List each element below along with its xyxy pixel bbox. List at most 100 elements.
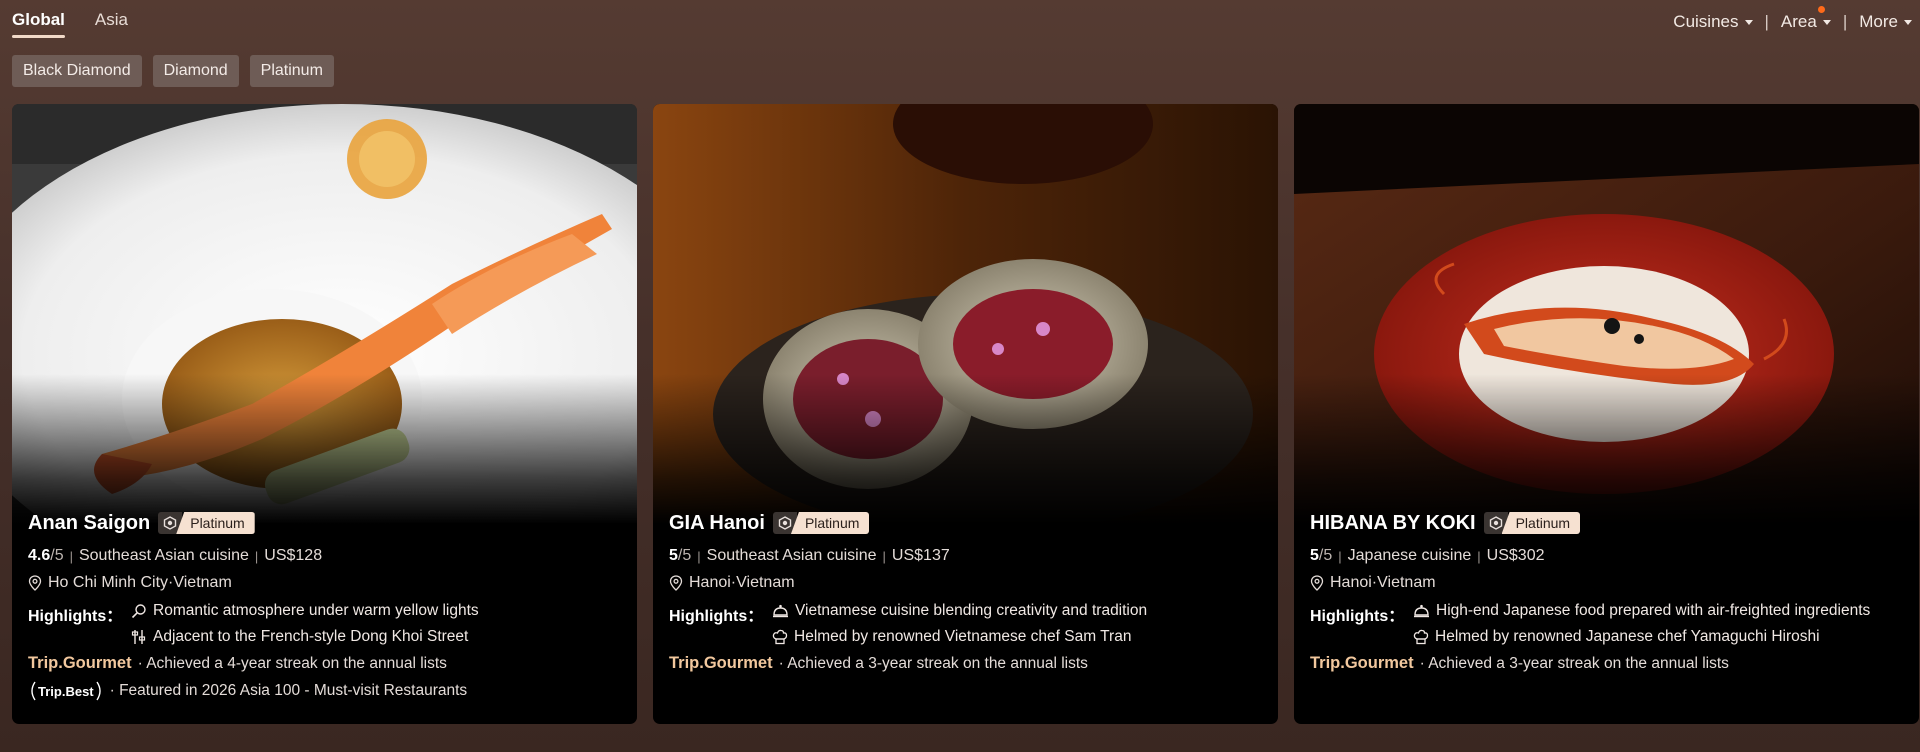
highlights-label: Highlights： <box>28 608 123 625</box>
rating-score: 5 <box>1310 547 1319 564</box>
gourmet-text: · Achieved a 3-year streak on the annual… <box>1419 654 1729 672</box>
divider: | <box>882 548 886 564</box>
trip-best-logo: Trip.Best <box>38 683 94 699</box>
restaurant-name: GIA Hanoi <box>669 511 765 534</box>
divider: | <box>254 548 259 564</box>
location-text: Hanoi·Vietnam <box>1330 574 1436 591</box>
tier-badge: Platinum <box>158 512 255 534</box>
rating-row: 5 /5 | Southeast Asian cuisine | US$137 <box>669 547 1262 565</box>
divider: | <box>1477 548 1481 564</box>
cuisine-type: Southeast Asian cuisine <box>706 547 877 564</box>
divider: | <box>1338 548 1342 564</box>
area-dropdown[interactable]: Area <box>1780 6 1831 32</box>
gourmet-row: Trip.Gourmet · Achieved a 4-year streak … <box>28 654 621 673</box>
restaurant-card[interactable]: Anan Saigon Platinum 4.6 /5 | Southeast … <box>12 104 637 724</box>
chevron-down-icon <box>1822 19 1831 25</box>
price: US$137 <box>891 547 950 564</box>
cuisines-label: Cuisines <box>1673 12 1739 31</box>
trip-best-badge: Trip.Best <box>28 681 104 701</box>
rating-scale: /5 <box>677 547 692 564</box>
area-label: Area <box>1780 12 1817 31</box>
highlight-text: Adjacent to the French-style Dong Khoi S… <box>153 628 469 645</box>
divider: | <box>69 548 73 564</box>
chevron-down-icon <box>1904 19 1912 25</box>
rating-score: 4.6 <box>28 547 51 564</box>
chip-platinum[interactable]: Platinum <box>249 55 334 87</box>
highlights: Highlights： Romantic atmosphere under wa… <box>28 602 621 646</box>
card-info: Anan Saigon Platinum 4.6 /5 | Southeast … <box>28 508 621 701</box>
top-nav: Global Asia Cuisines | Area | More <box>0 0 1920 44</box>
highlights-label: Highlights： <box>669 608 764 625</box>
chevron-down-icon <box>1744 19 1753 25</box>
highlight-text: High-end Japanese food prepared with air… <box>1436 602 1871 619</box>
location-text: Ho Chi Minh City·Vietnam <box>48 574 232 591</box>
divider: | <box>697 548 701 564</box>
dish-photo <box>12 104 637 524</box>
cuisine-type: Japanese cuisine <box>1347 547 1472 564</box>
chip-black-diamond[interactable]: Black Diamond <box>12 55 142 87</box>
tab-asia[interactable]: Asia <box>95 10 128 38</box>
location-text: Hanoi·Vietnam <box>689 574 795 591</box>
location-row: Hanoi·Vietnam <box>669 574 1262 592</box>
highlights: Highlights： High-end Japanese food prepa… <box>1310 602 1903 646</box>
highlight-text: Vietnamese cuisine blending creativity a… <box>795 602 1148 619</box>
rating-row: 4.6 /5 | Southeast Asian cuisine | US$12… <box>28 547 621 565</box>
card-info: GIA Hanoi Platinum 5 /5 | Southeast Asia… <box>669 508 1262 673</box>
tier-label: Platinum <box>1501 512 1581 534</box>
chip-diamond[interactable]: Diamond <box>152 55 239 87</box>
more-label: More <box>1859 12 1898 31</box>
location-row: Hanoi·Vietnam <box>1310 574 1903 592</box>
highlight-item: Helmed by renowned Japanese chef Yamaguc… <box>1413 628 1870 646</box>
location-pin-icon <box>669 575 683 591</box>
trip-best-row: Trip.Best · Featured in 2026 Asia 100 - … <box>28 681 621 701</box>
gourmet-row: Trip.Gourmet · Achieved a 3-year streak … <box>669 654 1262 673</box>
street-sign-icon <box>131 629 147 645</box>
tier-badge: Platinum <box>772 512 870 534</box>
highlight-text: Helmed by renowned Vietnamese chef Sam T… <box>794 628 1132 645</box>
location-pin-icon <box>28 575 42 591</box>
rating-scale: /5 <box>1318 547 1333 564</box>
restaurant-card[interactable]: GIA Hanoi Platinum 5 /5 | Southeast Asia… <box>653 104 1278 724</box>
price: US$302 <box>1486 547 1545 564</box>
tier-label: Platinum <box>176 512 255 534</box>
tier-badge: Platinum <box>1483 512 1581 534</box>
cuisine-type: Southeast Asian cuisine <box>78 547 249 564</box>
highlight-text: Romantic atmosphere under warm yellow li… <box>153 602 479 619</box>
more-dropdown[interactable]: More <box>1859 12 1912 32</box>
highlight-text: Helmed by renowned Japanese chef Yamaguc… <box>1435 628 1820 645</box>
trip-gourmet-logo: Trip.Gourmet <box>1310 654 1414 672</box>
divider: | <box>1764 12 1769 31</box>
trip-gourmet-logo: Trip.Gourmet <box>28 654 132 672</box>
tab-global[interactable]: Global <box>12 10 65 38</box>
trip-gourmet-logo: Trip.Gourmet <box>669 654 773 672</box>
card-info: HIBANA BY KOKI Platinum 5 /5 | Japanese … <box>1310 508 1903 673</box>
divider: | <box>1842 12 1848 31</box>
gourmet-text: · Achieved a 4-year streak on the annual… <box>137 654 447 672</box>
restaurant-name: Anan Saigon <box>28 511 151 534</box>
highlight-item: Vietnamese cuisine blending creativity a… <box>772 602 1147 620</box>
highlights-label: Highlights： <box>1310 608 1405 625</box>
location-row: Ho Chi Minh City·Vietnam <box>28 574 621 592</box>
tier-filter-chips: Black Diamond Diamond Platinum <box>12 55 334 87</box>
region-tabs: Global Asia <box>12 10 128 38</box>
cloche-icon <box>772 603 789 619</box>
chef-hat-icon <box>1413 629 1429 645</box>
chef-hat-icon <box>772 629 788 645</box>
laurel-left-icon <box>31 681 36 701</box>
laurel-right-icon <box>96 681 101 701</box>
filter-bar: Cuisines | Area | More <box>1673 6 1912 32</box>
gourmet-row: Trip.Gourmet · Achieved a 3-year streak … <box>1310 654 1903 673</box>
gourmet-text: · Achieved a 3-year streak on the annual… <box>778 654 1088 672</box>
restaurant-card[interactable]: HIBANA BY KOKI Platinum 5 /5 | Japanese … <box>1294 104 1919 724</box>
cloche-icon <box>1413 603 1430 619</box>
dish-photo <box>653 104 1278 524</box>
highlight-item: High-end Japanese food prepared with air… <box>1413 602 1870 620</box>
cuisines-dropdown[interactable]: Cuisines <box>1673 12 1753 32</box>
highlight-item: Helmed by renowned Vietnamese chef Sam T… <box>772 628 1147 646</box>
notification-dot <box>1817 6 1825 13</box>
tier-label: Platinum <box>790 512 870 534</box>
dish-photo <box>1294 104 1919 524</box>
magnifier-icon <box>131 603 147 619</box>
highlight-item: Adjacent to the French-style Dong Khoi S… <box>131 628 479 646</box>
rating-score: 5 <box>669 547 678 564</box>
